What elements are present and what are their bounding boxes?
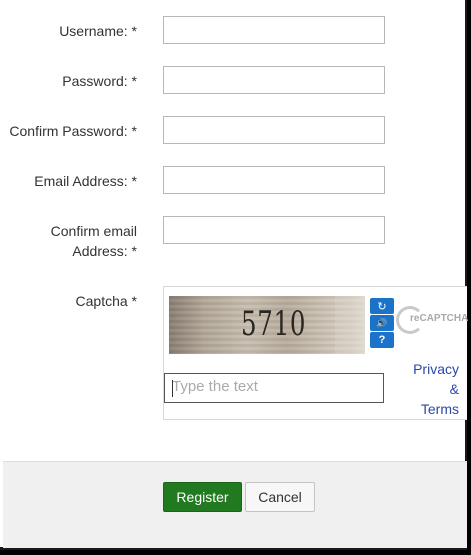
cancel-button[interactable]: Cancel (245, 482, 315, 512)
confirm-email-input[interactable] (163, 216, 385, 244)
confirm-email-label-line2: Address: * (72, 243, 137, 259)
captcha-widget: 5710 ↻ 🔊 ? reCAPTCHA Type the text Priva… (163, 286, 468, 420)
captcha-label: Captcha * (75, 293, 137, 309)
password-input[interactable] (163, 66, 385, 94)
text-caret (172, 380, 173, 397)
captcha-image-text: 5710 (241, 304, 307, 344)
recaptcha-logo: reCAPTCHA (396, 304, 468, 340)
recaptcha-wordmark: reCAPTCHA (410, 313, 469, 324)
email-label: Email Address: * (34, 173, 137, 189)
privacy-terms-separator: & (449, 381, 459, 397)
confirm-email-label-line1: Confirm email (50, 223, 137, 239)
privacy-link[interactable]: Privacy (413, 361, 459, 377)
email-input[interactable] (163, 166, 385, 194)
username-input[interactable] (163, 16, 385, 44)
captcha-controls: ↻ 🔊 ? (370, 298, 394, 349)
confirm-password-input[interactable] (163, 116, 385, 144)
captcha-image: 5710 (169, 296, 365, 354)
confirm-password-label: Confirm Password: * (9, 123, 137, 139)
confirm-email-label: Confirm email Address: * (0, 221, 137, 261)
captcha-input-placeholder: Type the text (172, 378, 258, 395)
terms-link[interactable]: Terms (421, 401, 459, 417)
form-footer: Register Cancel (3, 461, 467, 548)
register-button[interactable]: Register (163, 482, 242, 512)
registration-window: Username: * Password: * Confirm Password… (0, 0, 468, 550)
captcha-response-input[interactable]: Type the text (164, 373, 384, 403)
captcha-refresh-icon[interactable]: ↻ (370, 298, 394, 314)
captcha-audio-icon[interactable]: 🔊 (370, 315, 394, 331)
captcha-help-icon[interactable]: ? (370, 332, 394, 348)
username-label: Username: * (59, 23, 137, 39)
password-label: Password: * (62, 73, 137, 89)
